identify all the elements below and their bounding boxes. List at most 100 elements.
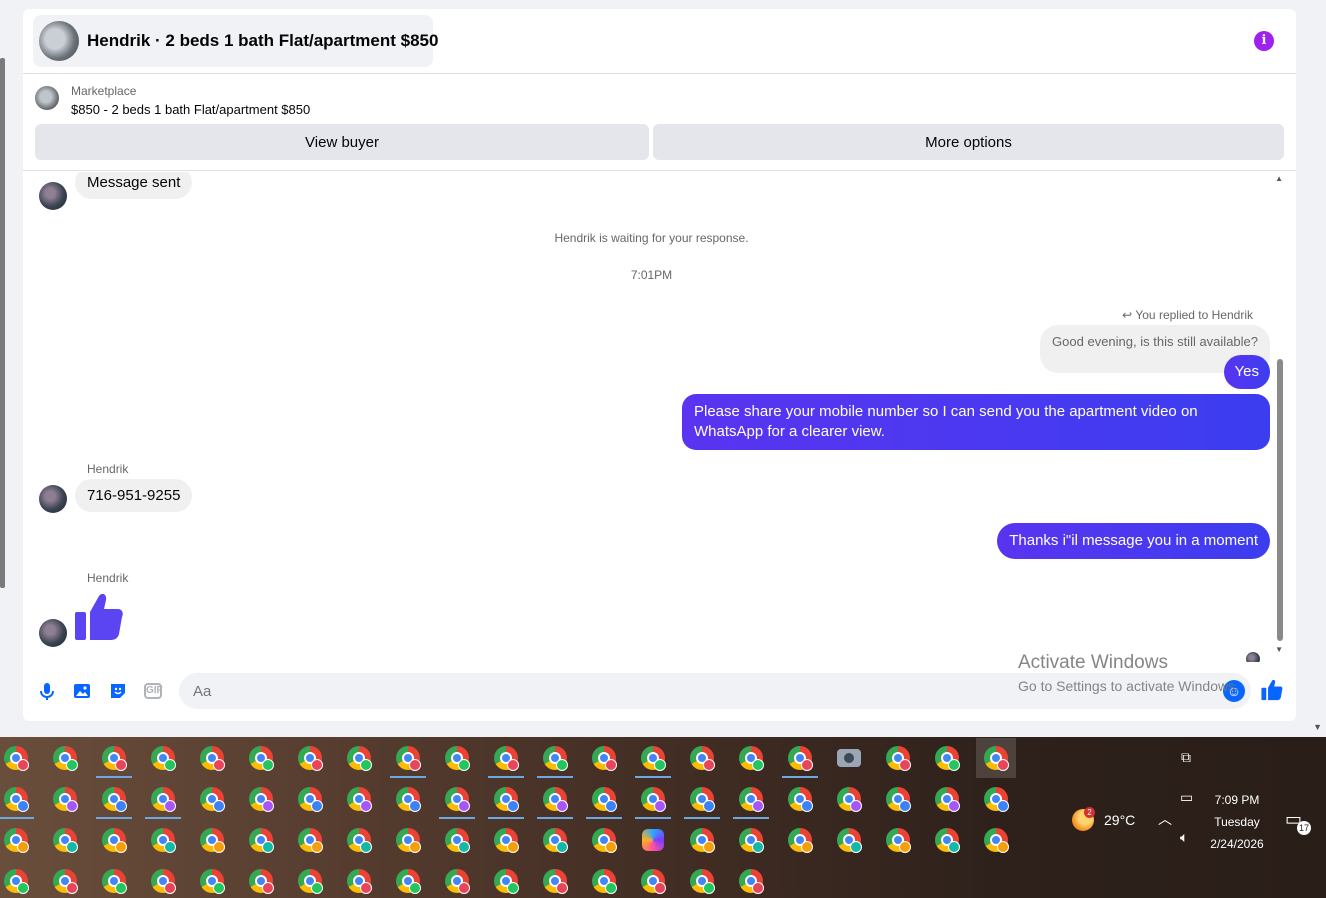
chrome-profile-icon[interactable] [143,861,183,898]
chrome-profile-icon[interactable] [927,779,967,819]
chrome-profile-icon[interactable] [241,861,281,898]
more-options-button[interactable]: More options [653,124,1284,160]
message-list[interactable]: Message sent Hendrik is waiting for your… [23,172,1280,662]
scroll-up-icon[interactable]: ▲ [1275,174,1283,183]
chrome-profile-icon[interactable] [682,779,722,819]
copilot-app-icon[interactable] [633,820,673,860]
chrome-profile-icon[interactable] [535,820,575,860]
like-icon[interactable] [1261,679,1283,701]
chrome-profile-icon[interactable] [0,861,36,898]
chrome-profile-icon[interactable] [486,738,526,778]
chrome-profile-icon[interactable] [633,861,673,898]
chrome-profile-icon[interactable] [94,820,134,860]
chrome-profile-icon[interactable] [486,779,526,819]
chrome-profile-icon[interactable] [45,779,85,819]
chrome-profile-icon[interactable] [535,779,575,819]
chrome-profile-icon[interactable] [0,779,36,819]
chrome-profile-icon[interactable] [388,861,428,898]
chrome-profile-icon[interactable] [584,779,624,819]
outgoing-message[interactable]: Thanks i"il message you in a moment [997,523,1270,559]
chrome-profile-icon[interactable] [584,861,624,898]
chrome-profile-icon[interactable] [486,861,526,898]
chrome-profile-icon[interactable] [388,779,428,819]
listing-thumbnail[interactable] [35,86,59,110]
gif-icon[interactable]: GIF [144,683,163,699]
chrome-profile-icon[interactable] [780,779,820,819]
chrome-profile-icon[interactable] [682,820,722,860]
incoming-message[interactable]: Message sent [75,172,193,199]
chrome-profile-icon[interactable] [290,738,330,778]
listing-title[interactable]: $850 - 2 beds 1 bath Flat/apartment $850 [71,102,310,117]
chrome-profile-icon[interactable] [192,861,232,898]
chrome-profile-icon[interactable] [192,779,232,819]
chrome-profile-icon[interactable] [584,738,624,778]
outer-scrollbar[interactable] [0,58,5,588]
chrome-profile-icon[interactable] [437,861,477,898]
chrome-profile-icon[interactable] [241,738,281,778]
chrome-profile-icon[interactable] [290,861,330,898]
volume-icon[interactable]: 🔈︎ [1180,829,1188,846]
chrome-profile-icon[interactable] [633,779,673,819]
chrome-profile-icon[interactable] [241,779,281,819]
chrome-profile-icon[interactable] [780,738,820,778]
chrome-profile-icon[interactable] [241,820,281,860]
conversation-title-button[interactable]: Hendrik · 2 beds 1 bath Flat/apartment $… [33,15,438,67]
chrome-profile-icon[interactable] [682,738,722,778]
chrome-profile-icon[interactable] [143,820,183,860]
incoming-message[interactable]: 716-951-9255 [75,479,193,512]
chrome-profile-icon[interactable] [45,820,85,860]
chrome-profile-icon[interactable] [192,738,232,778]
chrome-profile-icon[interactable] [0,820,36,860]
weather-temperature[interactable]: 29°C [1104,812,1135,828]
outgoing-message[interactable]: Please share your mobile number so I can… [682,394,1270,450]
chrome-profile-icon[interactable] [878,779,918,819]
chrome-profile-icon[interactable] [682,861,722,898]
image-icon[interactable] [72,681,92,701]
chrome-profile-icon[interactable] [143,738,183,778]
chrome-profile-icon[interactable] [829,820,869,860]
chrome-profile-icon[interactable] [731,779,771,819]
chrome-profile-icon[interactable] [535,861,575,898]
chrome-profile-icon[interactable] [878,820,918,860]
chevron-up-icon[interactable]: ︿ [1158,809,1172,829]
chrome-profile-icon[interactable] [143,779,183,819]
avatar[interactable] [39,182,67,210]
avatar[interactable] [39,485,67,513]
chrome-profile-icon[interactable] [731,861,771,898]
chrome-profile-icon[interactable] [45,738,85,778]
chrome-profile-icon[interactable] [584,820,624,860]
chrome-profile-icon[interactable] [927,738,967,778]
camera-app-icon[interactable] [829,738,869,778]
outgoing-message[interactable]: Yes [1223,355,1270,389]
system-clock[interactable]: 7:09 PM Tuesday 2/24/2026 [1206,789,1268,855]
chrome-profile-icon[interactable] [339,738,379,778]
chrome-profile-icon[interactable] [437,820,477,860]
chrome-profile-icon[interactable] [388,738,428,778]
chrome-profile-icon[interactable] [94,861,134,898]
chrome-profile-icon[interactable] [878,738,918,778]
chrome-profile-icon[interactable] [976,738,1016,778]
chrome-profile-icon[interactable] [339,779,379,819]
scroll-down-icon[interactable]: ▼ [1275,645,1283,654]
chrome-profile-icon[interactable] [535,738,575,778]
avatar[interactable] [39,619,67,647]
thumbs-up-icon[interactable] [75,592,123,642]
view-buyer-button[interactable]: View buyer [35,124,649,160]
chrome-profile-icon[interactable] [388,820,428,860]
chrome-profile-icon[interactable] [976,779,1016,819]
chrome-profile-icon[interactable] [927,820,967,860]
message-scrollbar-thumb[interactable] [1277,359,1283,641]
chrome-profile-icon[interactable] [0,738,36,778]
chrome-profile-icon[interactable] [339,861,379,898]
chrome-profile-icon[interactable] [45,861,85,898]
network-icon[interactable]: ▭ [1180,789,1193,806]
chrome-profile-icon[interactable] [192,820,232,860]
chrome-profile-icon[interactable] [731,738,771,778]
chrome-profile-icon[interactable] [829,779,869,819]
microphone-icon[interactable] [37,681,57,701]
chrome-profile-icon[interactable] [290,820,330,860]
camera-tray-icon[interactable]: ⧉ [1181,749,1191,766]
chrome-profile-icon[interactable] [633,738,673,778]
chrome-profile-icon[interactable] [437,779,477,819]
chrome-profile-icon[interactable] [976,820,1016,860]
